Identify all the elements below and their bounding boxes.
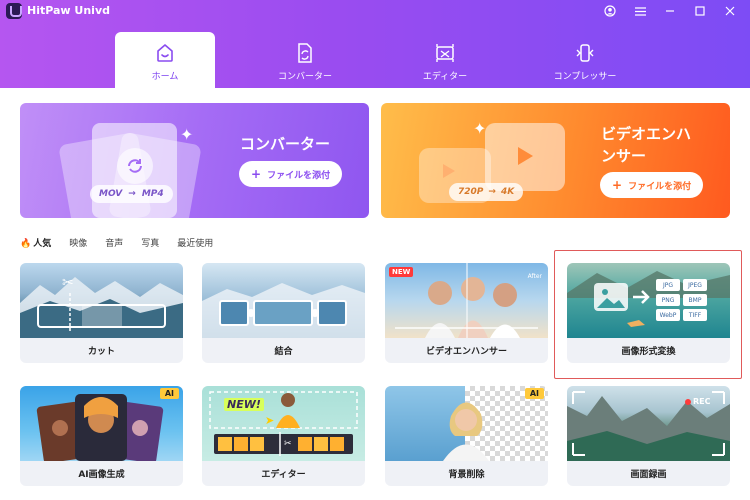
category-label: 音声 — [105, 239, 124, 249]
minimize-icon[interactable] — [660, 2, 680, 20]
scissors-icon: ✂ — [62, 275, 74, 291]
category-popular[interactable]: 🔥 人気 — [20, 236, 51, 252]
tool-video-enhancer[interactable]: NEW After ビデオエンハンサー — [385, 263, 548, 363]
category-label: 映像 — [69, 239, 88, 249]
enhancer-title-line2: ンサー — [601, 147, 647, 165]
enhancer-title-line1: ビデオエンハ — [601, 125, 692, 143]
menu-icon[interactable] — [630, 2, 650, 20]
tab-converter-label: コンバーター — [277, 72, 332, 82]
video-enhancer-banner[interactable]: ✦ 720P → 4K ビデオエンハ ンサー + ファイルを添付 — [381, 103, 730, 218]
convert-circle-icon — [117, 148, 153, 184]
converter-add-file-button[interactable]: + ファイルを添付 — [239, 161, 343, 187]
compressor-icon — [572, 40, 598, 66]
ai-badge: AI — [159, 388, 179, 399]
rec-label: REC — [693, 397, 711, 406]
fire-icon: 🔥 — [20, 239, 32, 249]
play-icon — [512, 144, 536, 172]
enhancer-banner-title: ビデオエンハ ンサー — [601, 123, 691, 167]
new-badge: NEW — [389, 267, 414, 277]
main-tabs: ホーム コンバーター エディター コンプレッサー — [0, 30, 750, 88]
tool-ai-image[interactable]: AI AI画像生成 — [20, 386, 183, 486]
scissors-icon: ✂ — [284, 439, 292, 449]
tab-compressor-label: コンプレッサー — [553, 72, 617, 82]
converter-banner-title: コンバーター — [240, 135, 331, 153]
app-header: HitPaw Univd ホーム コンバーター エディター コンプレッサー — [0, 0, 750, 88]
format-pill: MOV → MP4 — [90, 185, 173, 203]
tab-compressor[interactable]: コンプレッサー — [535, 32, 635, 88]
editor-thumbnail: NEW! ➤ ✂ — [202, 386, 365, 461]
ai-image-thumbnail: AI — [20, 386, 183, 461]
converter-icon — [292, 40, 318, 66]
play-icon — [438, 161, 458, 185]
category-recent[interactable]: 最近使用 — [177, 236, 213, 252]
title-bar: HitPaw Univd — [0, 0, 750, 22]
converter-banner[interactable]: MOV → MP4 ✦ コンバーター + ファイルを添付 — [20, 103, 369, 218]
tab-editor-label: エディター — [422, 72, 468, 82]
screen-record-thumbnail: REC — [567, 386, 730, 461]
cursor-icon: ➤ — [265, 414, 275, 427]
tab-home-label: ホーム — [151, 72, 179, 82]
add-file-label: ファイルを添付 — [267, 170, 331, 181]
video-enhancer-thumbnail: NEW After — [385, 263, 548, 338]
tool-editor[interactable]: NEW! ➤ ✂ エディター — [202, 386, 365, 486]
plus-icon: + — [251, 167, 262, 181]
merge-thumbnail — [202, 263, 365, 338]
tool-screen-record[interactable]: REC 画面録画 — [567, 386, 730, 486]
format-from: MOV — [99, 189, 123, 199]
category-label: 人気 — [33, 239, 52, 249]
app-logo — [6, 3, 22, 19]
add-file-label: ファイルを添付 — [628, 181, 692, 192]
tab-home[interactable]: ホーム — [115, 32, 215, 88]
arrow-right-icon: → — [488, 187, 496, 197]
tool-label: 画面録画 — [630, 470, 667, 480]
home-icon — [152, 40, 178, 66]
tool-label: ビデオエンハンサー — [425, 347, 507, 357]
tool-label: 結合 — [274, 347, 293, 357]
cut-thumbnail: ✂ — [20, 263, 183, 338]
category-photo[interactable]: 写真 — [141, 236, 159, 252]
category-tabs: 🔥 人気 映像 音声 写真 最近使用 — [20, 236, 231, 252]
tool-label: 背景削除 — [448, 470, 485, 480]
tool-merge[interactable]: 結合 — [202, 263, 365, 363]
sparkle-icon: ✦ — [473, 119, 487, 138]
plus-icon: + — [612, 178, 623, 192]
resolution-pill: 720P → 4K — [449, 183, 524, 201]
tab-editor[interactable]: エディター — [395, 32, 495, 88]
tool-label: エディター — [261, 470, 306, 480]
editor-icon — [432, 40, 458, 66]
new-sticker: NEW! — [224, 398, 264, 411]
close-icon[interactable] — [720, 2, 740, 20]
category-video[interactable]: 映像 — [69, 236, 87, 252]
account-icon[interactable] — [600, 2, 620, 20]
arrow-right-icon: → — [128, 189, 136, 199]
maximize-icon[interactable] — [690, 2, 710, 20]
tab-converter[interactable]: コンバーター — [255, 32, 355, 88]
resolution-to: 4K — [500, 187, 515, 197]
app-title: HitPaw Univd — [27, 4, 110, 17]
tool-label: AI画像生成 — [78, 470, 125, 480]
format-to: MP4 — [141, 189, 164, 199]
tool-label: カット — [87, 347, 115, 357]
category-label: 写真 — [141, 239, 160, 249]
category-label: 最近使用 — [177, 239, 214, 249]
resolution-from: 720P — [458, 187, 484, 197]
tool-cut[interactable]: ✂ カット — [20, 263, 183, 363]
category-audio[interactable]: 音声 — [105, 236, 123, 252]
after-label: After — [527, 273, 542, 280]
enhancer-add-file-button[interactable]: + ファイルを添付 — [600, 172, 704, 198]
sparkle-icon: ✦ — [180, 125, 194, 144]
ai-badge: AI — [524, 388, 544, 399]
tool-background-remove[interactable]: AI 背景削除 — [385, 386, 548, 486]
bg-remove-thumbnail: AI — [385, 386, 548, 461]
selection-highlight — [554, 250, 742, 379]
